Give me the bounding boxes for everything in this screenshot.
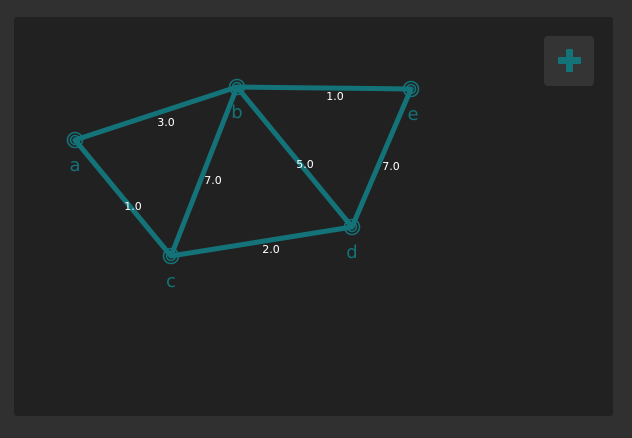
edge-weight-b-c: 7.0 — [204, 174, 222, 187]
node-core — [408, 86, 414, 92]
node-label-e: e — [407, 104, 418, 125]
node-label-b: b — [231, 102, 242, 123]
edges-layer — [72, 84, 414, 259]
graph-drawing: 3.0 1.0 7.0 5.0 1.0 2.0 7.0 a b c d e — [66, 78, 420, 292]
edge-a-b[interactable] — [72, 84, 240, 143]
node-core — [72, 137, 78, 143]
nodes-layer: a b c d e — [66, 78, 420, 292]
edge-weight-b-e: 1.0 — [326, 90, 344, 103]
edge-weight-b-d: 5.0 — [296, 158, 314, 171]
edge-a-c[interactable] — [72, 137, 174, 259]
edge-d-e[interactable] — [349, 86, 414, 230]
edge-b-e[interactable] — [234, 84, 414, 92]
edge-b-d[interactable] — [234, 84, 355, 230]
edge-weight-c-d: 2.0 — [262, 243, 280, 256]
edge-weight-d-e: 7.0 — [382, 160, 400, 173]
plus-icon-stem — [566, 49, 573, 72]
node-label-a: a — [69, 155, 80, 176]
node-core — [234, 84, 240, 90]
node-core — [168, 253, 174, 259]
edge-weight-a-c: 1.0 — [124, 200, 142, 213]
node-label-d: d — [346, 242, 357, 263]
node-label-c: c — [166, 271, 176, 292]
edge-b-c[interactable] — [168, 84, 240, 259]
add-node-button[interactable] — [544, 36, 594, 86]
edge-weight-a-b: 3.0 — [157, 116, 175, 129]
node-core — [349, 224, 355, 230]
